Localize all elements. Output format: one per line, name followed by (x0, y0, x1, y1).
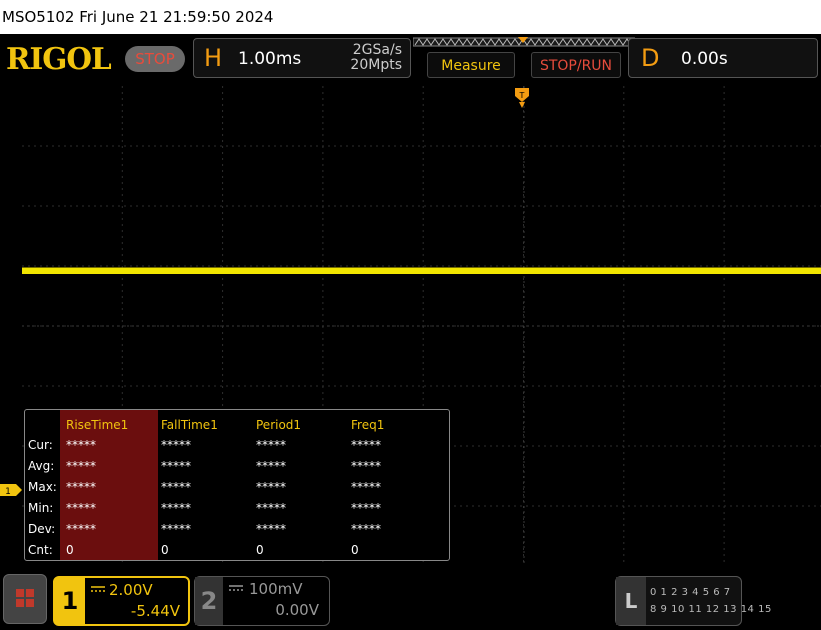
timebase-value: 1.00ms (238, 49, 302, 69)
measure-button[interactable]: Measure (427, 52, 515, 78)
table-cell: 0 (161, 543, 169, 557)
table-cell: ***** (351, 480, 381, 494)
row-label: Avg: (28, 459, 55, 473)
ch2-scale: 100mV (249, 580, 303, 598)
table-cell: ***** (66, 459, 96, 473)
measurement-table[interactable]: RiseTime1 FallTime1 Period1 Freq1 Cur: *… (24, 409, 450, 561)
menu-grid-icon (16, 589, 34, 607)
dc-coupling-icon (229, 585, 243, 591)
logic-label: L (616, 577, 646, 625)
logic-channels-row-2: 8 9 10 11 12 13 14 15 (650, 604, 772, 615)
table-cell: ***** (256, 459, 286, 473)
column-header[interactable]: FallTime1 (161, 418, 218, 432)
table-cell: ***** (256, 438, 286, 452)
ch1-trace-noise (22, 267, 821, 268)
table-cell: ***** (161, 438, 191, 452)
top-toolbar: RIGOL STOP H 1.00ms 2GSa/s 20Mpts Measur… (0, 34, 821, 84)
table-cell: 0 (66, 543, 74, 557)
dc-coupling-icon (91, 586, 105, 592)
memory-depth: 20Mpts (350, 57, 402, 73)
column-header[interactable]: Freq1 (351, 418, 384, 432)
ch1-number: 1 (55, 578, 85, 624)
trigger-time-icon[interactable]: T (515, 88, 529, 110)
row-label: Min: (28, 501, 54, 515)
table-cell: 0 (256, 543, 264, 557)
row-label: Cur: (28, 438, 53, 452)
table-cell: ***** (161, 459, 191, 473)
table-cell: ***** (66, 438, 96, 452)
rigol-logo: RIGOL (6, 42, 112, 77)
table-cell: ***** (256, 522, 286, 536)
table-cell: ***** (66, 501, 96, 515)
delay-label: D (641, 44, 660, 72)
channel-1-settings[interactable]: 1 2.00V -5.44V (53, 576, 190, 626)
column-header[interactable]: RiseTime1 (66, 418, 128, 432)
stop-run-button[interactable]: STOP/RUN (531, 52, 621, 78)
delay-box[interactable]: D 0.00s (628, 38, 818, 78)
horizontal-timebase-box[interactable]: H 1.00ms 2GSa/s 20Mpts (193, 38, 411, 78)
column-header[interactable]: Period1 (256, 418, 301, 432)
logic-channels-row-1: 0 1 2 3 4 5 6 7 (650, 587, 731, 598)
table-cell: ***** (161, 522, 191, 536)
table-cell: ***** (351, 459, 381, 473)
run-state-badge[interactable]: STOP (125, 46, 185, 72)
ch2-number: 2 (195, 577, 223, 625)
acquisition-info: 2GSa/s 20Mpts (350, 43, 402, 73)
horizontal-label: H (204, 44, 223, 72)
table-cell: ***** (161, 480, 191, 494)
delay-value: 0.00s (681, 49, 728, 69)
sample-rate: 2GSa/s (352, 42, 402, 58)
table-cell: ***** (66, 522, 96, 536)
main-menu-button[interactable] (3, 574, 47, 624)
table-cell: ***** (351, 522, 381, 536)
ch1-marker-label: 1 (5, 487, 11, 496)
memory-position-strip[interactable] (413, 37, 635, 47)
table-cell: ***** (351, 438, 381, 452)
status-title: MSO5102 Fri June 21 21:59:50 2024 (0, 0, 821, 34)
row-label: Dev: (28, 522, 56, 536)
logic-analyzer-settings[interactable]: L 0 1 2 3 4 5 6 7 8 9 10 11 12 13 14 15 (615, 576, 771, 626)
table-cell: ***** (161, 501, 191, 515)
ch1-offset: -5.44V (130, 602, 180, 620)
ch1-trace (22, 268, 821, 274)
table-cell: ***** (66, 480, 96, 494)
ch2-offset: 0.00V (275, 601, 319, 619)
ch1-offset-marker-icon[interactable]: 1 (0, 484, 22, 496)
table-cell: 0 (351, 543, 359, 557)
svg-text:T: T (519, 91, 525, 100)
table-cell: ***** (256, 501, 286, 515)
row-label: Max: (28, 480, 57, 494)
table-cell: ***** (256, 480, 286, 494)
table-cell: ***** (351, 501, 381, 515)
channel-2-settings[interactable]: 2 100mV 0.00V (194, 576, 330, 626)
bottom-bar: 1 2.00V -5.44V 2 100mV 0.00V L 0 1 2 3 4… (0, 570, 821, 630)
ch1-scale: 2.00V (109, 581, 153, 599)
row-label: Cnt: (28, 543, 53, 557)
